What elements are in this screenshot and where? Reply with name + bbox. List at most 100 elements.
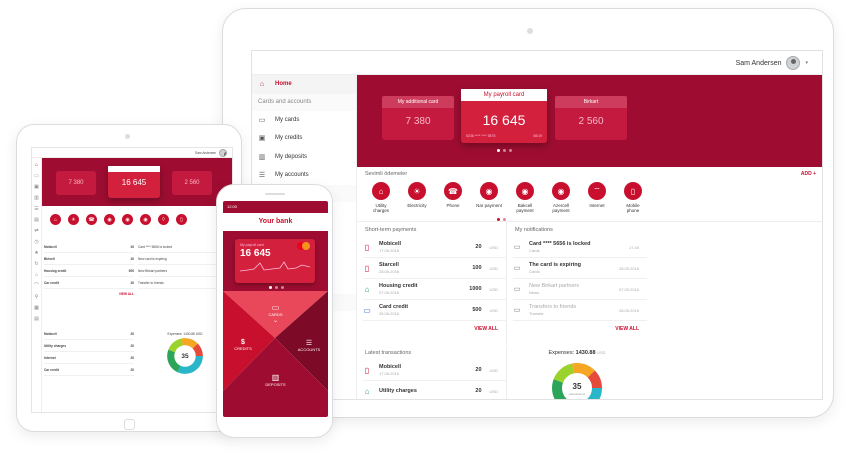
expenses-panel: Expenses: 1430.88 USD 35 transactions	[507, 345, 647, 399]
location-icon[interactable]: ⚲	[32, 292, 41, 303]
payments-icon[interactable]: ▤	[32, 215, 41, 226]
credits-menu-item[interactable]: $ CREDITS	[229, 339, 257, 351]
tablet-screen: Sam Andersen ⌂ ▭ ▣ ▥ ☰ ▤ ⇄ ◷ ★ ↻ ⌂ ⌒ ⚲ ▦ ▤ 7 380 16 64…	[31, 147, 233, 413]
favorite-label: Electricity	[407, 203, 427, 208]
card-icon: ▭	[363, 305, 371, 315]
home-button[interactable]	[124, 419, 135, 430]
section-title: Latest transactions	[365, 350, 412, 356]
list-item[interactable]: Birtcell 20	[44, 253, 134, 265]
favorite-utility[interactable]: ⌂ Utility charges	[368, 182, 394, 213]
utility-icon[interactable]: ⌂	[50, 214, 61, 225]
notification-item[interactable]: ▭ Card **** 5656 is locked Cards 17.40	[513, 237, 647, 258]
item-name-block: Housing credit 07.06.2016	[379, 283, 461, 295]
templates-icon[interactable]: ★	[32, 248, 41, 259]
auto-payments-icon[interactable]: ↻	[32, 259, 41, 270]
list-item[interactable]: Housing credit 900	[44, 265, 134, 277]
utility-icon: ⌂	[372, 182, 390, 200]
tablet-card[interactable]: 2 560	[172, 171, 212, 195]
list-icon: ▯	[364, 365, 370, 375]
deposits-menu-item[interactable]: ▥ DEPOSITS	[223, 373, 328, 387]
favorite-bakcell[interactable]: ◉ Bakcell payment	[512, 182, 538, 213]
list-item[interactable]: ▯ Mobicell 17.06.2016 20 USD	[363, 360, 506, 381]
list-item[interactable]: ⌂ Housing credit 07.06.2016 1000 USD	[363, 279, 506, 300]
electricity-icon[interactable]: ☀	[68, 214, 79, 225]
tablet-card[interactable]: 16 645	[108, 166, 160, 198]
donut-center-value: 35	[573, 382, 582, 391]
cards-menu-item[interactable]: ▭ CARDS ⌄	[223, 303, 328, 324]
accounts-menu-item[interactable]: ☰ ACCOUNTS	[294, 339, 324, 352]
card-icon[interactable]: ▭	[32, 171, 41, 182]
phone-icon[interactable]: ☎	[86, 214, 97, 225]
card-icon: ▭	[271, 303, 280, 312]
list-item[interactable]: Internet 20	[44, 352, 134, 364]
sidebar-item-my-accounts[interactable]: ☰ My accounts	[252, 166, 356, 185]
favorite-azercell[interactable]: ◉ Azercell payment	[548, 182, 574, 213]
view-all-link[interactable]: VIEW ALL	[357, 321, 506, 337]
card-additional[interactable]: My additional card 7 380	[382, 96, 454, 140]
item-name: Utility charges	[379, 387, 417, 394]
sidebar-item-home[interactable]: ⌂ Home	[252, 75, 356, 94]
view-all-link[interactable]: VIEW ALL	[507, 321, 647, 337]
user-menu[interactable]: Sam Andersen ▾	[736, 56, 808, 70]
item-name: Car credit	[44, 280, 59, 285]
phone-payroll-card[interactable]: My payroll card 16 645	[235, 239, 315, 283]
carousel-dots[interactable]	[269, 286, 284, 289]
sidebar-item-my-deposits[interactable]: ▥ My deposits	[252, 148, 356, 167]
notification-item[interactable]: ▭ New Birkart partners News 07.09.2016	[513, 279, 647, 300]
tablet-card[interactable]: 7 380	[56, 171, 96, 195]
list-item[interactable]: Mobicell 20	[44, 241, 134, 253]
card-payroll[interactable]: My payroll card 16 645 5236 **** **** 58…	[461, 89, 547, 143]
stock-icon[interactable]: ⌒	[32, 281, 41, 292]
menu-label: CREDITS	[234, 346, 252, 351]
mobile-icon[interactable]: ▯	[176, 214, 187, 225]
list-item[interactable]: Car credit 20	[44, 277, 134, 289]
cards-carousel: My additional card 7 380 My payroll card…	[357, 75, 822, 167]
internet-icon[interactable]: ⌔	[158, 214, 169, 225]
electricity-icon: ☀	[408, 182, 426, 200]
add-favorite-button[interactable]: ADD +	[801, 171, 816, 177]
item-date: 17.06.2016	[379, 371, 400, 376]
item-name-block: Card credit 28.06.2016	[379, 304, 464, 316]
item-amount: 20	[130, 256, 134, 261]
list-item[interactable]: ⌂ Utility charges 20 USD	[363, 381, 506, 399]
favorite-phone[interactable]: ☎ Phone	[440, 182, 466, 213]
list-item[interactable]: ▯ Starcell 28.06.2016 100 USD	[363, 258, 506, 279]
favorite-mobile[interactable]: ▯ Mobile phone	[620, 182, 646, 213]
mobile-icon: ▯	[364, 263, 370, 273]
balance-sparkline	[239, 261, 311, 272]
notification-item[interactable]: ▭ The card is expiring Cards 28.09.2016	[513, 258, 647, 279]
card-birkart[interactable]: Birkart 2 560	[555, 96, 627, 140]
bakcell-icon: ◉	[516, 182, 534, 200]
favorites-dots[interactable]	[497, 218, 506, 221]
history-icon[interactable]: ◷	[32, 237, 41, 248]
news-icon[interactable]: ▤	[32, 314, 41, 325]
favorite-nar[interactable]: ◉ Nar payment	[476, 182, 502, 213]
list-item[interactable]: Mobicell 20	[44, 328, 134, 340]
azercell-icon[interactable]: ◉	[140, 214, 151, 225]
tablet-top-bar: Sam Andersen	[32, 148, 232, 158]
credits-icon[interactable]: ▣	[32, 182, 41, 193]
accounts-icon[interactable]: ☰	[32, 204, 41, 215]
mastercard-icon	[297, 242, 311, 250]
carousel-dots[interactable]	[497, 149, 512, 152]
list-item[interactable]: Car credit 20	[44, 364, 134, 376]
sidebar-item-my-cards[interactable]: ▭ My cards	[252, 111, 356, 130]
notification-item[interactable]: ▭ Transfers to friends Transfer 28.06.2016	[513, 300, 647, 321]
nar-icon[interactable]: ◉	[104, 214, 115, 225]
favorite-internet[interactable]: ⌔ Internet	[584, 182, 610, 213]
bakcell-icon[interactable]: ◉	[122, 214, 133, 225]
favorite-electricity[interactable]: ☀ Electricity	[404, 182, 430, 213]
list-item[interactable]: Utility charges 20	[44, 340, 134, 352]
bank-icon[interactable]: ⌂	[32, 270, 41, 281]
list-item[interactable]: ▭ Card credit 28.06.2016 500 USD	[363, 300, 506, 321]
transfers-icon[interactable]: ⇄	[32, 226, 41, 237]
sidebar-item-my-credits[interactable]: ▣ My credits	[252, 129, 356, 148]
tablet-cards-carousel: 7 380 16 645 2 560	[42, 158, 232, 206]
home-icon[interactable]: ⌂	[32, 160, 41, 171]
item-currency: USD	[489, 265, 498, 271]
accounts-icon: ☰	[258, 172, 266, 180]
view-all-link[interactable]: VIEW ALL	[44, 289, 134, 296]
partners-icon[interactable]: ▦	[32, 303, 41, 314]
list-item[interactable]: ▯ Mobicell 17.06.2016 20 USD	[363, 237, 506, 258]
deposits-icon[interactable]: ▥	[32, 193, 41, 204]
